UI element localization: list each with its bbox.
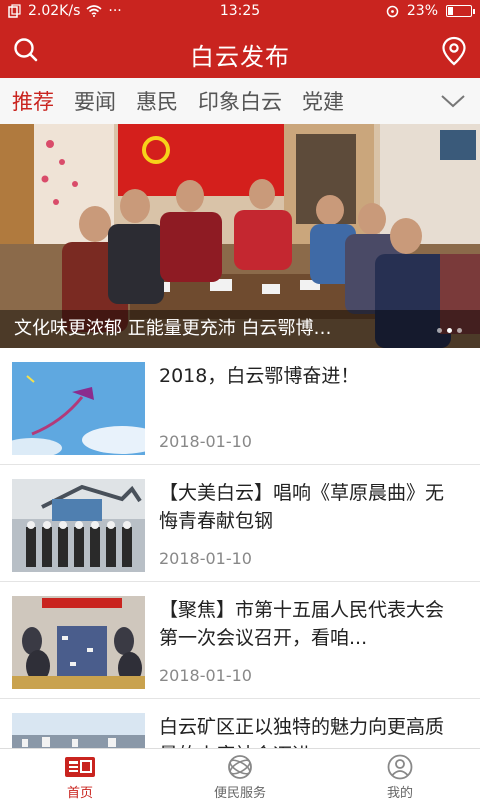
tab-impression-baiyun[interactable]: 印象白云 [198, 86, 282, 116]
service-globe-icon [228, 755, 252, 779]
battery-percent: 23% [406, 3, 438, 19]
carousel-indicator [437, 328, 462, 333]
nav-mine[interactable]: 我的 [320, 749, 480, 800]
news-date: 2018-01-10 [159, 432, 252, 451]
carousel-dot[interactable] [447, 328, 452, 333]
status-right: 23% [386, 3, 475, 19]
carousel-dot[interactable] [457, 328, 462, 333]
tab-welfare[interactable]: 惠民 [136, 86, 178, 116]
alarm-icon [386, 5, 399, 17]
home-newspaper-icon [65, 757, 95, 777]
news-list: 2018，白云鄂博奋进！ 2018-01-10 【大美白云】唱响《草原晨曲》无悔… [0, 348, 480, 800]
category-tabs: 推荐 要闻 惠民 印象白云 党建 [0, 78, 480, 124]
nav-label: 便民服务 [213, 786, 266, 800]
news-thumbnail [12, 479, 145, 572]
tab-recommend[interactable]: 推荐 [12, 86, 54, 116]
news-thumbnail [12, 596, 145, 689]
user-profile-icon [387, 754, 413, 780]
nav-label: 首页 [66, 786, 93, 800]
app-header: 白云发布 [0, 24, 480, 78]
chevron-down-icon[interactable] [440, 90, 466, 112]
page-title: 白云发布 [190, 43, 290, 71]
news-date: 2018-01-10 [159, 666, 252, 685]
news-title: 2018，白云鄂博奋进！ [159, 365, 360, 387]
location-pin-icon[interactable] [440, 36, 468, 66]
nav-label: 我的 [386, 786, 413, 800]
news-date: 2018-01-10 [159, 549, 252, 568]
news-title: 【聚焦】市第十五届人民代表大会第一次会议召开，看咱... [159, 599, 445, 649]
list-item[interactable]: 2018，白云鄂博奋进！ 2018-01-10 [0, 348, 480, 465]
banner-caption: 文化味更浓郁 正能量更充沛 白云鄂博… [14, 318, 332, 339]
nav-home[interactable]: 首页 [0, 749, 160, 800]
bottom-navigation: 首页 便民服务 我的 [0, 748, 480, 800]
news-title: 【大美白云】唱响《草原晨曲》无悔青春献包钢 [159, 482, 445, 532]
status-bar: 2.02K/s ··· 13:25 23% [0, 0, 480, 24]
news-thumbnail [12, 362, 145, 455]
tab-party-building[interactable]: 党建 [302, 86, 344, 116]
tab-headlines[interactable]: 要闻 [74, 86, 116, 116]
battery-icon [446, 5, 475, 17]
battery-level [448, 7, 454, 15]
banner-carousel[interactable]: 文化味更浓郁 正能量更充沛 白云鄂博… [0, 124, 480, 348]
list-item[interactable]: 【聚焦】市第十五届人民代表大会第一次会议召开，看咱... 2018-01-10 [0, 582, 480, 699]
list-item[interactable]: 【大美白云】唱响《草原晨曲》无悔青春献包钢 2018-01-10 [0, 465, 480, 582]
carousel-dot[interactable] [437, 328, 442, 333]
nav-services[interactable]: 便民服务 [160, 749, 320, 800]
